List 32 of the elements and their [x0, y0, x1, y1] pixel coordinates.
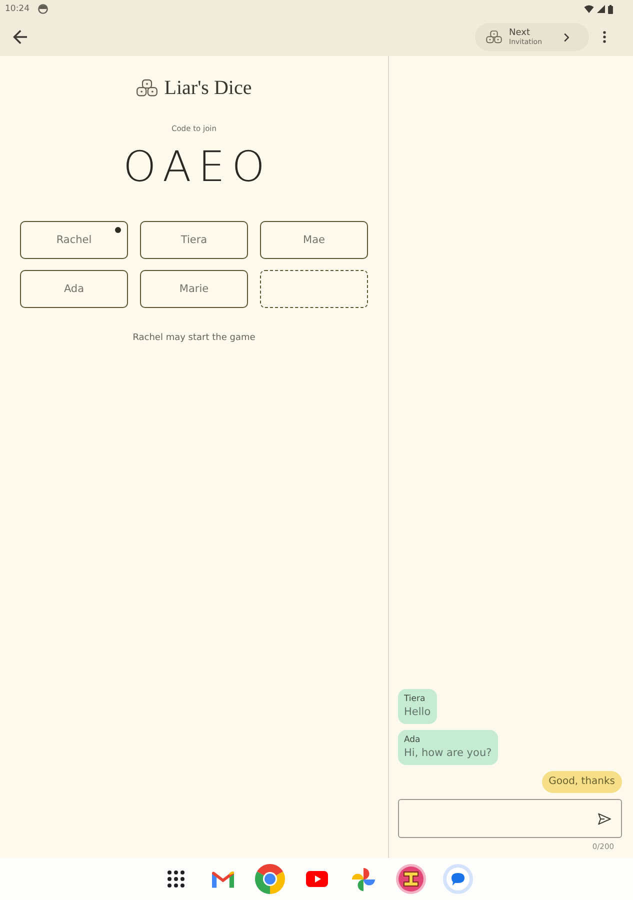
message-text: Hello — [404, 705, 431, 720]
join-code: OAEO — [122, 144, 272, 190]
apps-grid-icon[interactable] — [166, 870, 184, 888]
mail-icon[interactable] — [212, 870, 234, 888]
play-button-icon[interactable] — [306, 871, 328, 887]
player-name: Tiera — [180, 234, 208, 246]
game-title: Liar's Dice — [164, 76, 252, 100]
player-name: Marie — [179, 283, 209, 295]
player-name: Ada — [64, 283, 84, 295]
dice-icon — [136, 79, 158, 97]
message-text: Good, thanks — [548, 775, 615, 789]
message-input-field[interactable] — [398, 799, 622, 838]
player-name: Mae — [303, 234, 325, 246]
message-text: Hi, how are you? — [404, 746, 492, 761]
back-arrow-icon[interactable] — [13, 30, 27, 44]
more-options-icon[interactable] — [603, 31, 606, 43]
wifi-icon — [584, 5, 594, 13]
face-icon — [38, 4, 48, 14]
sender-name: Ada — [404, 734, 422, 746]
tricolor-ring-icon[interactable] — [254, 864, 284, 894]
status-time: 10:24 — [5, 4, 30, 14]
chat-bubble-icon[interactable] — [442, 864, 472, 894]
dice-icon — [486, 30, 502, 44]
pinwheel-icon[interactable] — [352, 868, 375, 890]
player-name: Rachel — [56, 234, 92, 246]
chevron-right-icon — [564, 32, 569, 42]
battery-icon — [608, 4, 613, 14]
game-status-text: Rachel may start the game — [132, 332, 256, 344]
round-app-icon[interactable] — [396, 864, 426, 894]
send-icon[interactable] — [598, 812, 611, 824]
sender-name: Tiera — [404, 693, 426, 705]
signal-icon — [597, 5, 605, 13]
